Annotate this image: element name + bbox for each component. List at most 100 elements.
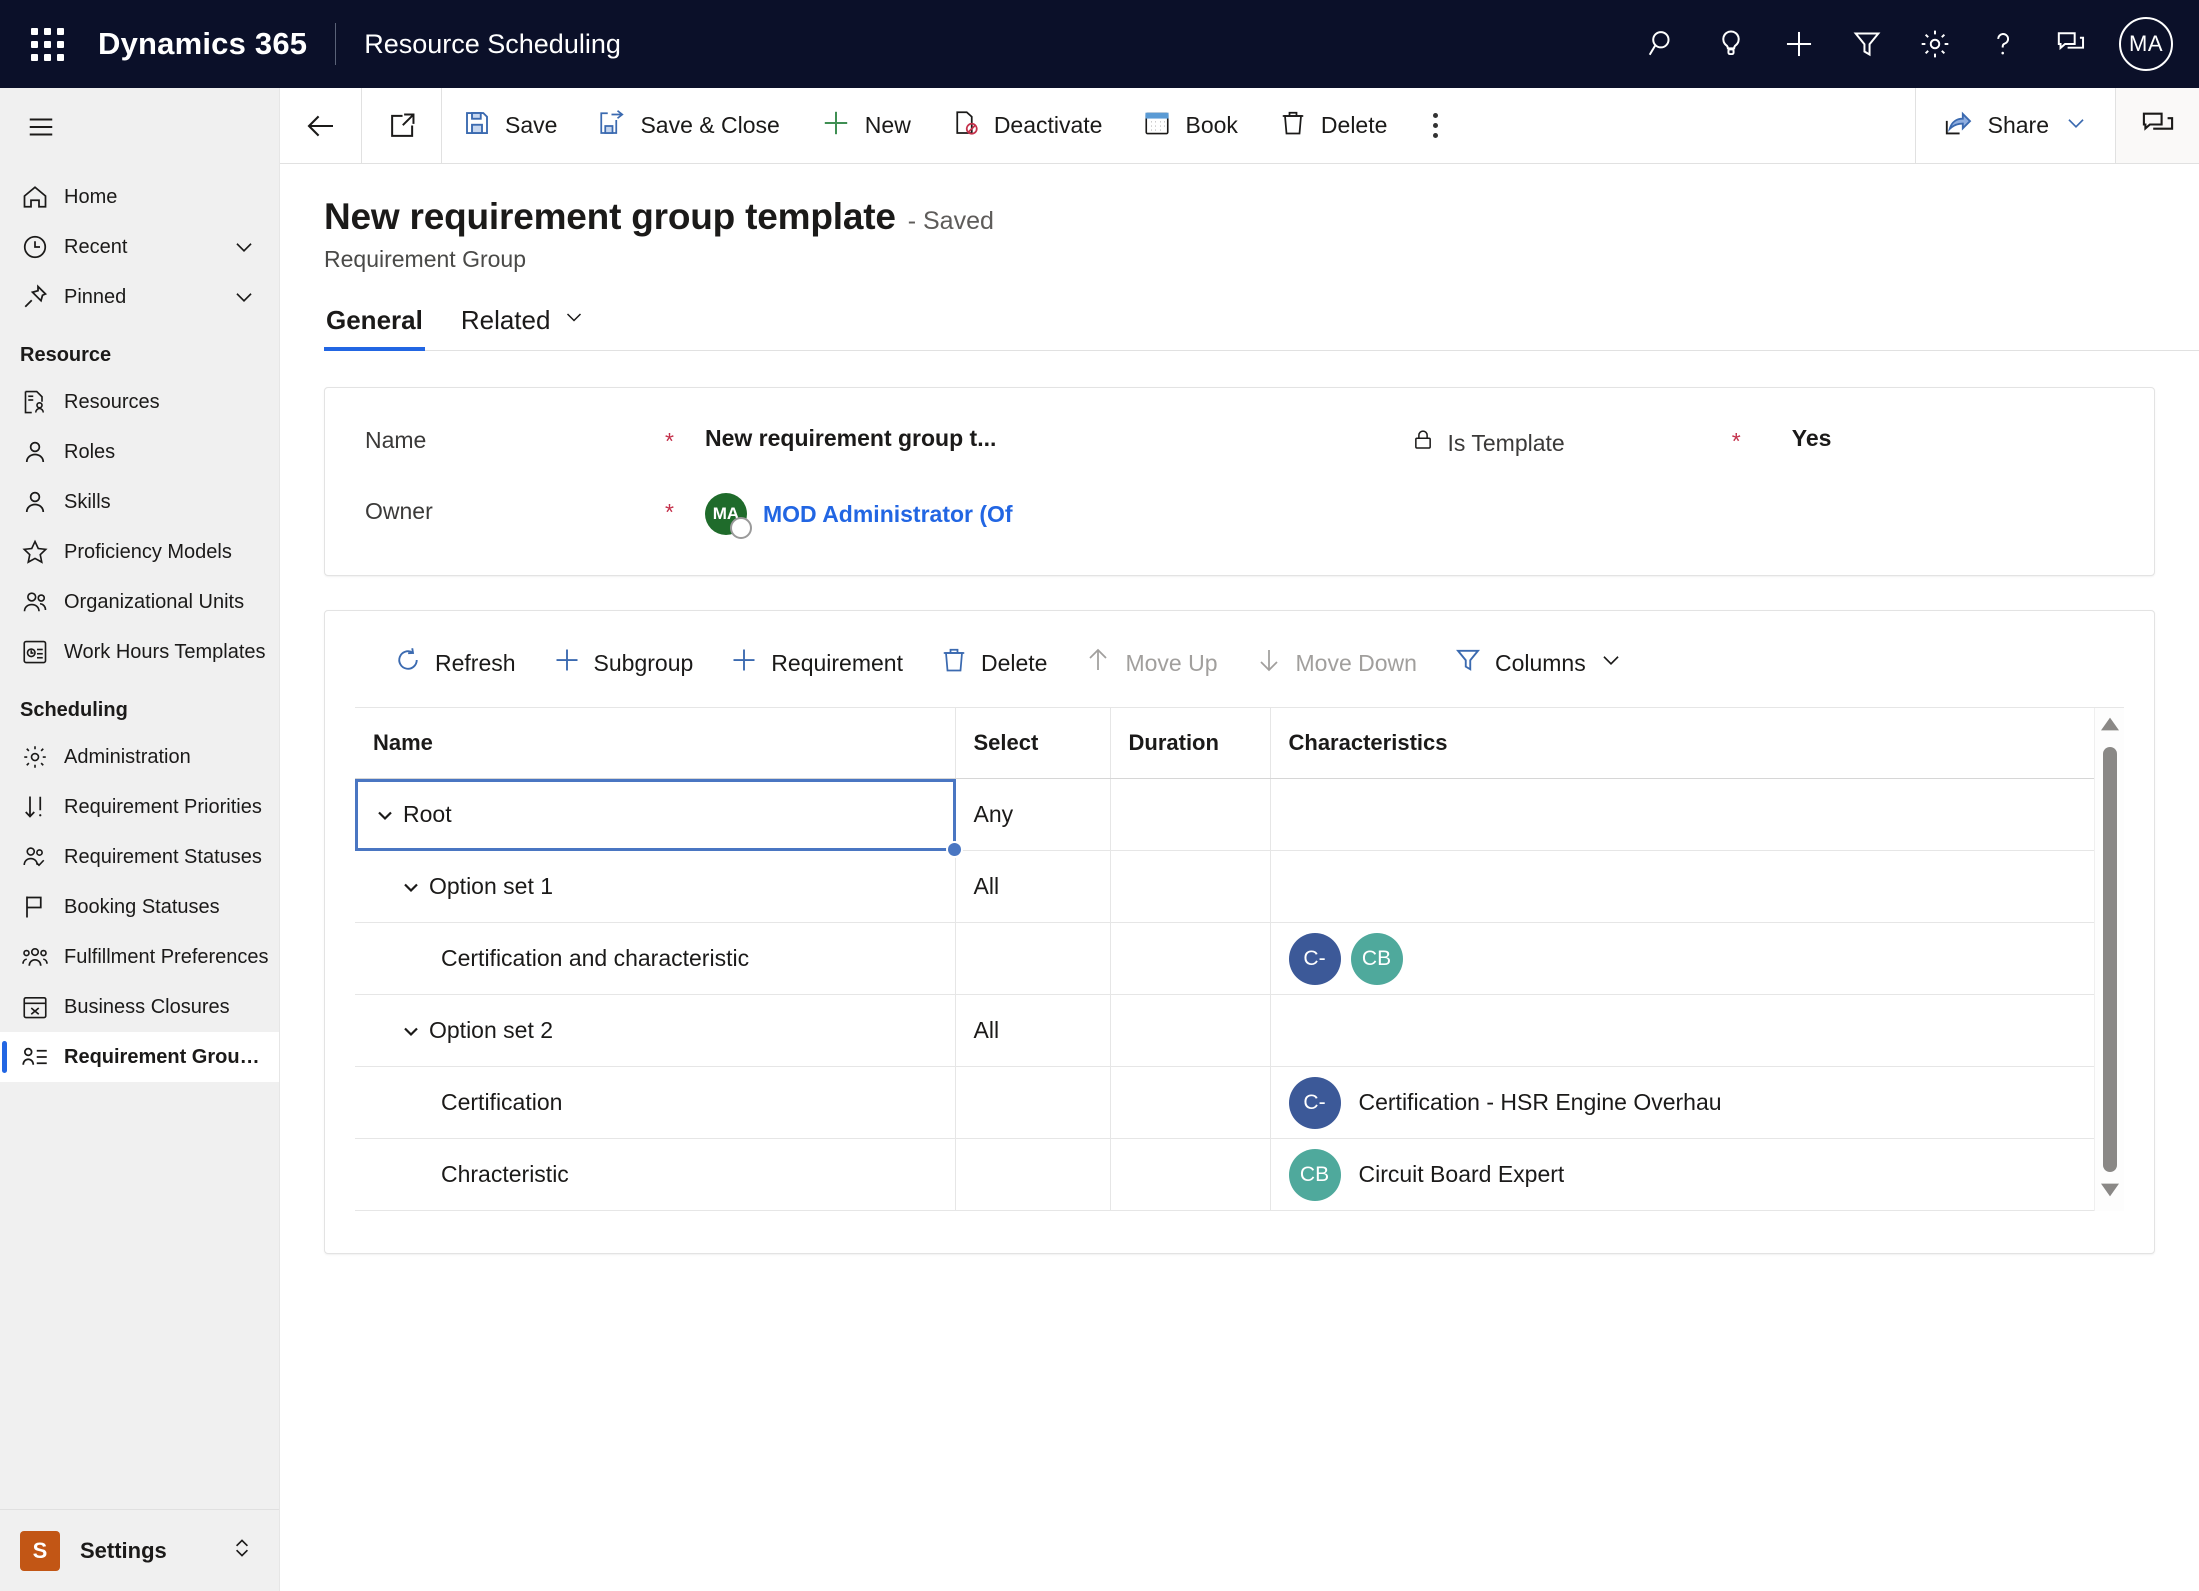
- sidebar-item-pinned[interactable]: Pinned: [0, 272, 279, 322]
- grid-vertical-scrollbar[interactable]: [2094, 708, 2124, 1211]
- move-up-button[interactable]: Move Up: [1067, 637, 1233, 689]
- sidebar-item-skills[interactable]: Skills: [0, 477, 279, 527]
- chevron-expand-icon[interactable]: [373, 803, 397, 827]
- name-field[interactable]: New requirement group t...: [705, 422, 1410, 452]
- table-row[interactable]: Certification and characteristic C- CB: [355, 922, 2094, 995]
- owner-link[interactable]: MOD Administrator (Of: [763, 501, 1013, 528]
- sidebar-item-recent[interactable]: Recent: [0, 222, 279, 272]
- grid-cell-duration[interactable]: [1110, 778, 1271, 851]
- grid-cell-select[interactable]: All: [955, 850, 1111, 923]
- deactivate-button[interactable]: Deactivate: [931, 88, 1123, 163]
- move-down-button[interactable]: Move Down: [1238, 637, 1433, 689]
- chevron-expand-icon[interactable]: [399, 875, 423, 899]
- grid-cell-duration[interactable]: [1110, 850, 1271, 923]
- new-button[interactable]: New: [800, 88, 931, 163]
- sidebar-item-requirement-statuses[interactable]: Requirement Statuses: [0, 832, 279, 882]
- help-icon[interactable]: [1969, 0, 2037, 88]
- lightbulb-icon[interactable]: [1697, 0, 1765, 88]
- grid-cell-duration[interactable]: [1110, 922, 1271, 995]
- grid-cell-select[interactable]: [955, 1066, 1111, 1139]
- characteristic-chip[interactable]: C-: [1288, 932, 1341, 985]
- sidebar-item-organizational-units[interactable]: Organizational Units: [0, 577, 279, 627]
- scroll-down-arrow-icon[interactable]: [2100, 1180, 2119, 1205]
- hamburger-menu-icon[interactable]: [0, 88, 279, 166]
- filter-icon[interactable]: [1833, 0, 1901, 88]
- chevron-down-icon[interactable]: [231, 234, 257, 260]
- sidebar-item-fulfillment-preferences[interactable]: Fulfillment Preferences: [0, 932, 279, 982]
- chevron-down-icon[interactable]: [2063, 110, 2089, 142]
- plus-icon[interactable]: [1765, 0, 1833, 88]
- grid-cell-name[interactable]: Root: [355, 778, 963, 858]
- grid-delete-button[interactable]: Delete: [923, 637, 1063, 689]
- grid-cell-duration[interactable]: [1110, 1138, 1271, 1211]
- open-in-new-window-icon[interactable]: [362, 88, 442, 163]
- save-button[interactable]: Save: [442, 88, 577, 163]
- table-row[interactable]: Option set 2 All: [355, 994, 2094, 1067]
- table-row[interactable]: Root Any: [355, 778, 2094, 858]
- chevron-down-icon[interactable]: [231, 284, 257, 310]
- grid-cell-name[interactable]: Option set 1: [355, 850, 956, 923]
- chevron-updown-icon[interactable]: [229, 1533, 255, 1568]
- app-launcher-icon[interactable]: [12, 27, 82, 61]
- book-button[interactable]: Book: [1122, 88, 1257, 163]
- grid-cell-name[interactable]: Certification: [355, 1066, 956, 1139]
- avatar[interactable]: MA: [2119, 17, 2173, 71]
- grid-cell-select[interactable]: [955, 922, 1111, 995]
- grid-cell-name[interactable]: Option set 2: [355, 994, 956, 1067]
- gear-icon[interactable]: [1901, 0, 1969, 88]
- tab-related[interactable]: Related: [459, 301, 589, 350]
- fill-handle[interactable]: [945, 841, 963, 858]
- characteristic-chip[interactable]: C-: [1288, 1076, 1341, 1129]
- column-header-duration[interactable]: Duration: [1110, 708, 1271, 779]
- chat-panel-icon[interactable]: [2115, 88, 2199, 163]
- sidebar-item-requirement-group-templates[interactable]: Requirement Group ...: [0, 1032, 279, 1082]
- back-arrow-icon[interactable]: [280, 88, 362, 163]
- grid-cell-characteristics[interactable]: CB Circuit Board Expert: [1270, 1138, 2094, 1211]
- brand-title[interactable]: Dynamics 365: [98, 26, 307, 62]
- delete-button[interactable]: Delete: [1258, 88, 1407, 163]
- sidebar-item-administration[interactable]: Administration: [0, 732, 279, 782]
- table-row[interactable]: Chracteristic CB Circuit Board Expert: [355, 1138, 2094, 1211]
- chevron-expand-icon[interactable]: [399, 1019, 423, 1043]
- more-commands-icon[interactable]: [1407, 88, 1463, 163]
- is-template-value[interactable]: Yes: [1792, 422, 2114, 452]
- scroll-up-arrow-icon[interactable]: [2100, 714, 2119, 739]
- chevron-down-icon[interactable]: [562, 305, 586, 336]
- characteristic-chip[interactable]: CB: [1350, 932, 1403, 985]
- app-name[interactable]: Resource Scheduling: [364, 29, 621, 60]
- sidebar-item-business-closures[interactable]: Business Closures: [0, 982, 279, 1032]
- sidebar-item-roles[interactable]: Roles: [0, 427, 279, 477]
- search-icon[interactable]: [1629, 0, 1697, 88]
- grid-cell-characteristics[interactable]: C- CB: [1270, 922, 2094, 995]
- column-header-select[interactable]: Select: [955, 708, 1111, 779]
- grid-cell-characteristics[interactable]: [1270, 994, 2094, 1067]
- share-button[interactable]: Share: [1914, 88, 2115, 163]
- save-and-close-button[interactable]: Save & Close: [577, 88, 799, 163]
- grid-cell-duration[interactable]: [1110, 994, 1271, 1067]
- characteristic-chip[interactable]: CB: [1288, 1148, 1341, 1201]
- scrollbar-thumb[interactable]: [2102, 747, 2117, 1172]
- grid-cell-characteristics[interactable]: [1270, 850, 2094, 923]
- table-row[interactable]: Option set 1 All: [355, 850, 2094, 923]
- feedback-icon[interactable]: [2037, 0, 2105, 88]
- grid-cell-name[interactable]: Chracteristic: [355, 1138, 956, 1211]
- grid-cell-characteristics[interactable]: C- Certification - HSR Engine Overhau: [1270, 1066, 2094, 1139]
- grid-cell-characteristics[interactable]: [1270, 778, 2094, 851]
- column-header-name[interactable]: Name: [355, 708, 956, 779]
- sidebar-item-resources[interactable]: Resources: [0, 377, 279, 427]
- column-header-characteristics[interactable]: Characteristics: [1270, 708, 2094, 779]
- grid-cell-name[interactable]: Certification and characteristic: [355, 922, 956, 995]
- owner-field[interactable]: MA MOD Administrator (Of: [705, 493, 1410, 539]
- sidebar-item-booking-statuses[interactable]: Booking Statuses: [0, 882, 279, 932]
- sidebar-item-requirement-priorities[interactable]: Requirement Priorities: [0, 782, 279, 832]
- refresh-button[interactable]: Refresh: [377, 637, 532, 689]
- add-requirement-button[interactable]: Requirement: [713, 637, 919, 689]
- sidebar-item-work-hours-templates[interactable]: Work Hours Templates: [0, 627, 279, 677]
- sidebar-item-home[interactable]: Home: [0, 172, 279, 222]
- grid-cell-select[interactable]: Any: [955, 778, 1111, 851]
- grid-cell-duration[interactable]: [1110, 1066, 1271, 1139]
- sidebar-item-proficiency-models[interactable]: Proficiency Models: [0, 527, 279, 577]
- chevron-down-icon[interactable]: [1598, 647, 1624, 679]
- scrollbar-track[interactable]: [2102, 739, 2117, 1180]
- add-subgroup-button[interactable]: Subgroup: [536, 637, 710, 689]
